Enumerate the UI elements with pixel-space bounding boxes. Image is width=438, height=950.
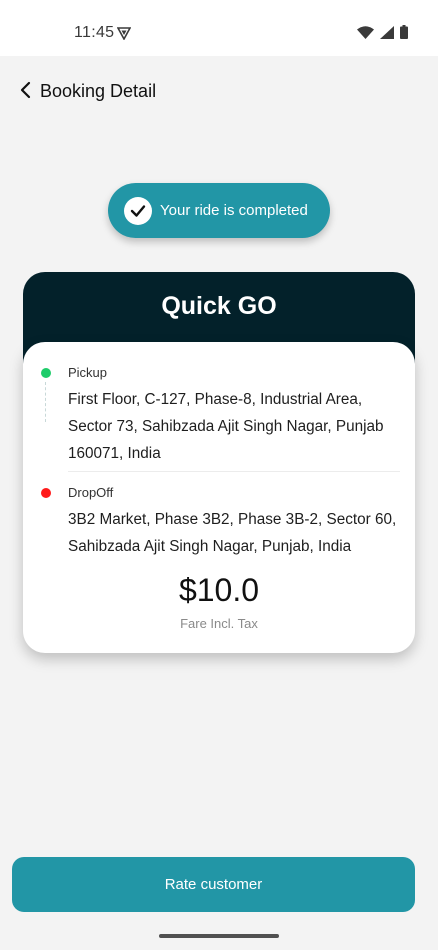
vpn-icon <box>116 26 132 45</box>
pickup-label: Pickup <box>68 365 108 380</box>
route-line <box>45 382 46 422</box>
ride-status-badge: Your ride is completed <box>108 183 330 238</box>
check-icon <box>124 196 152 225</box>
dropoff-dot-icon <box>39 486 53 500</box>
chevron-left-icon[interactable] <box>18 80 34 100</box>
status-bar: 11:45 <box>0 0 438 56</box>
home-indicator[interactable] <box>159 934 279 938</box>
booking-card: Pickup First Floor, C-127, Phase-8, Indu… <box>23 342 415 653</box>
ride-status-text: Your ride is completed <box>160 202 308 219</box>
status-time: 11:45 <box>74 24 115 41</box>
battery-icon <box>400 25 408 44</box>
service-title: Quick GO <box>161 292 277 320</box>
fare-amount: $10.0 <box>178 572 260 608</box>
rate-customer-button[interactable]: Rate customer <box>12 857 415 912</box>
divider <box>68 471 400 472</box>
app-header: Booking Detail <box>0 56 438 128</box>
dropoff-label: DropOff <box>68 485 114 500</box>
dropoff-address: 3B2 Market, Phase 3B2, Phase 3B-2, Secto… <box>68 511 397 555</box>
pickup-address: First Floor, C-127, Phase-8, Industrial … <box>68 391 384 462</box>
status-icons <box>357 25 408 44</box>
fare-caption: Fare Incl. Tax <box>180 616 258 631</box>
page-title: Booking Detail <box>40 81 157 101</box>
wifi-icon <box>357 25 374 44</box>
signal-icon <box>380 25 394 44</box>
pickup-dot-icon <box>39 366 53 380</box>
